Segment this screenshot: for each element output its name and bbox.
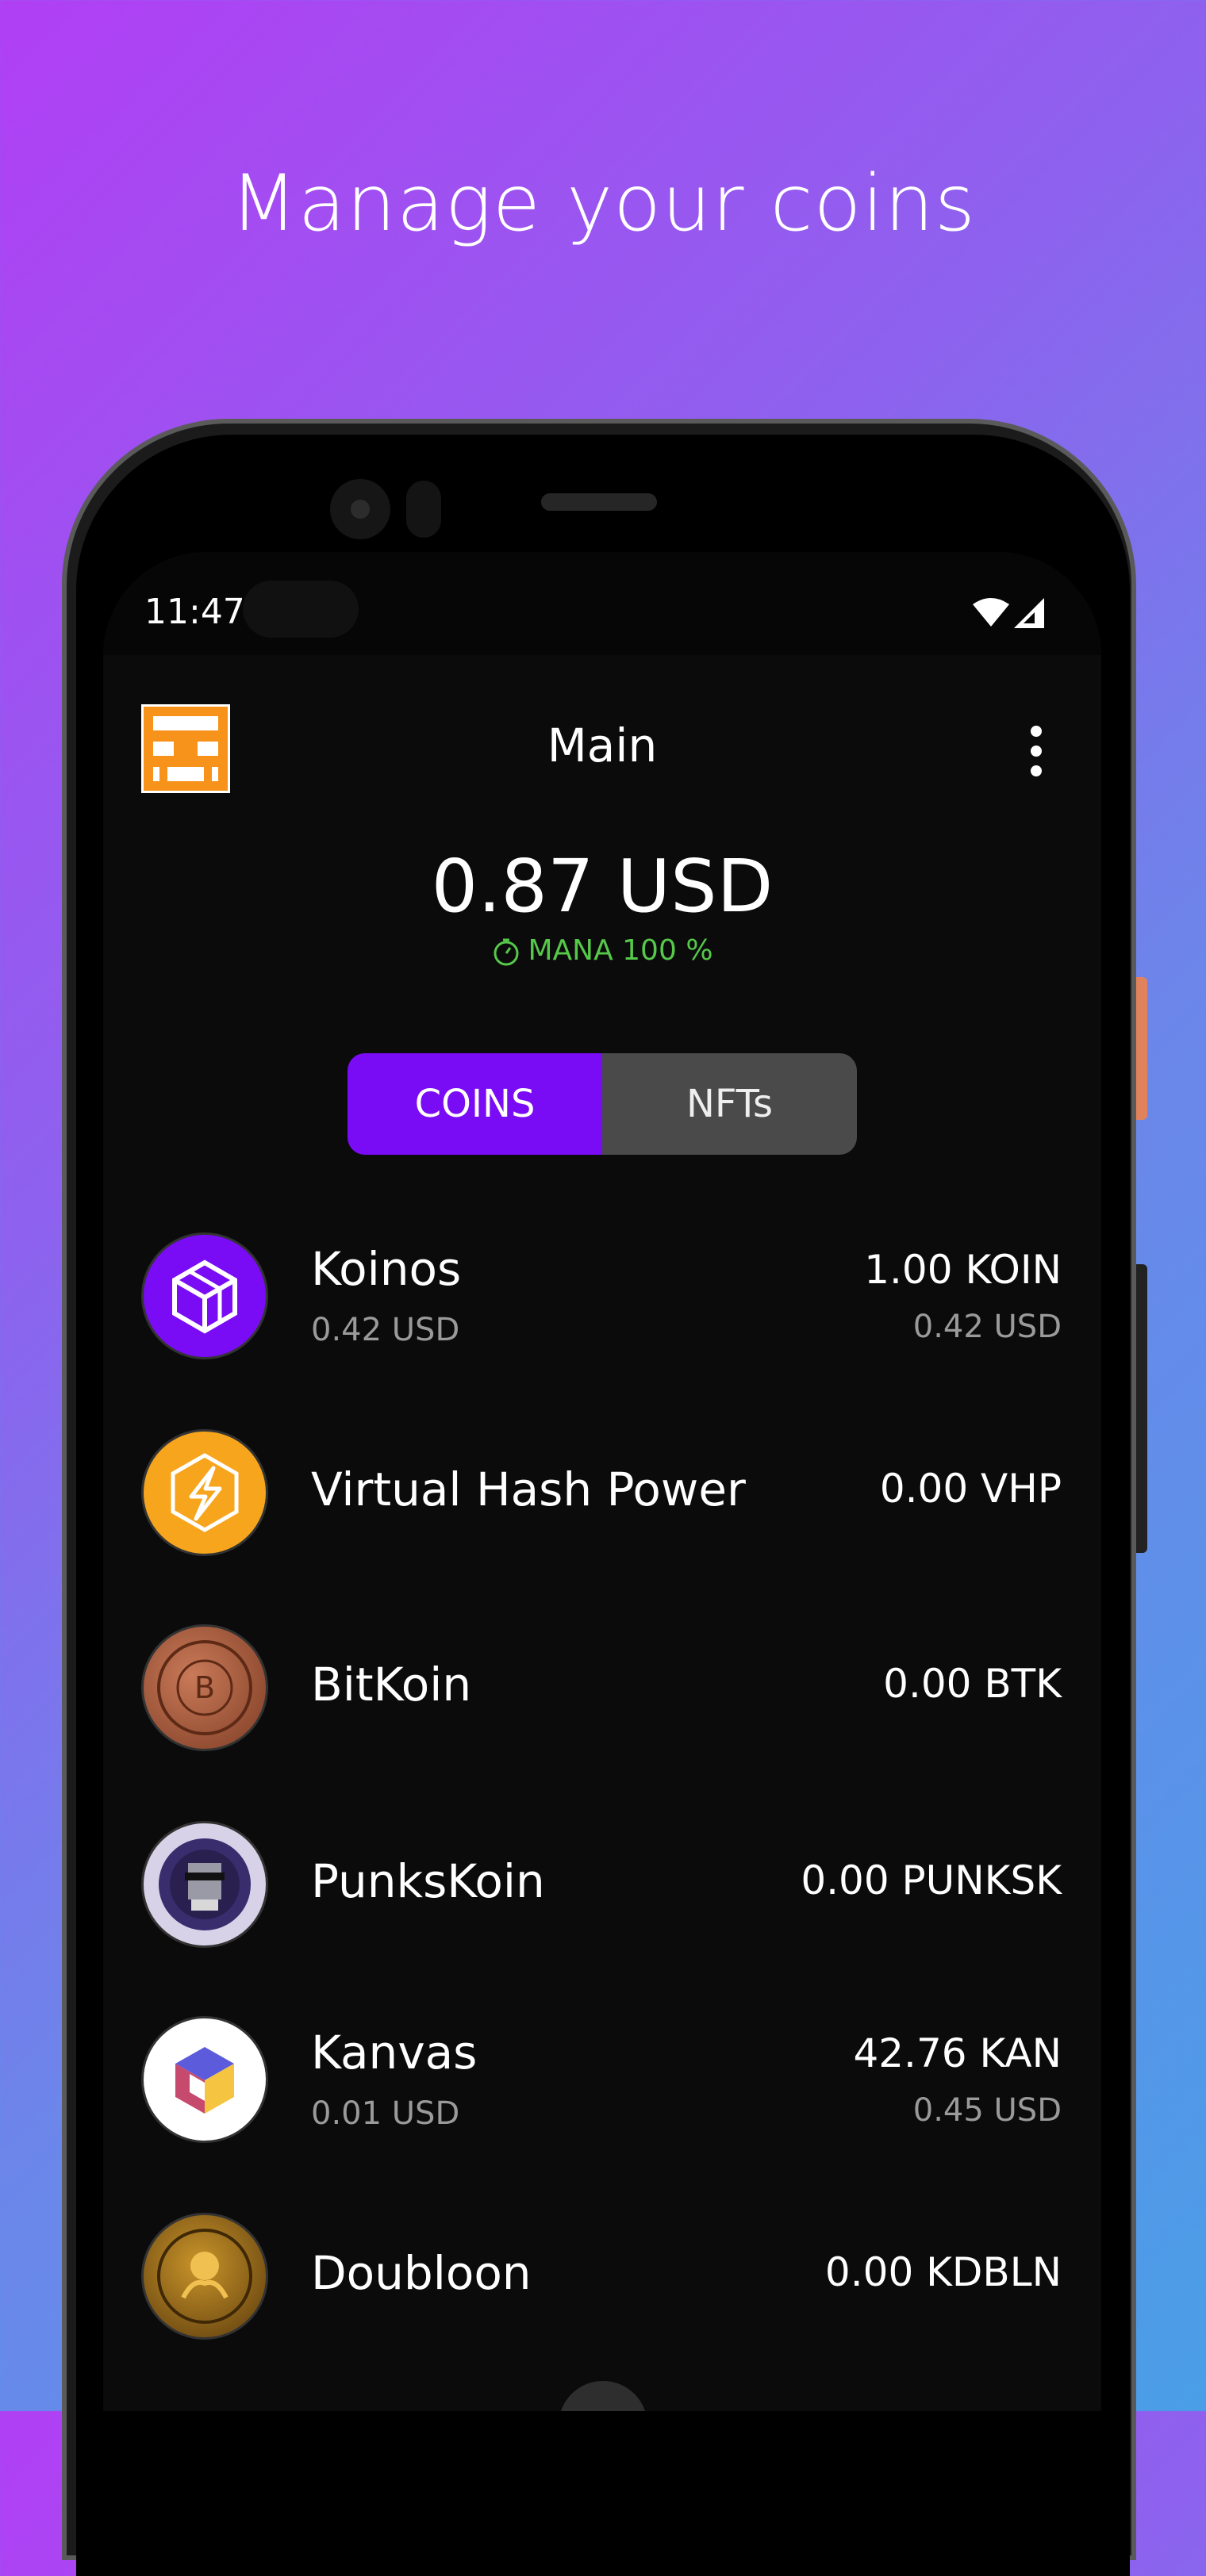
tab-coins[interactable]: COINS [348, 1053, 602, 1155]
coin-row-bitkoin[interactable]: B BitKoin 0.00 BTK [103, 1624, 1101, 1759]
coin-amount: 0.00 KDBLN [824, 2249, 1062, 2295]
power-button [1136, 977, 1147, 1120]
svg-text:B: B [194, 1670, 215, 1705]
coin-amount: 42.76 KAN [853, 2030, 1062, 2076]
coin-name: Doubloon [311, 2246, 532, 2300]
bronze-coin-icon: B [141, 1624, 268, 1751]
more-options-icon[interactable] [1025, 723, 1047, 779]
mana-indicator: MANA 100 % [103, 934, 1101, 967]
punch-hole-camera [243, 581, 359, 638]
coin-value: 0.42 USD [912, 1309, 1062, 1345]
coin-amount: 0.00 BTK [883, 1661, 1062, 1707]
volume-button [1136, 1264, 1147, 1553]
lightning-icon [141, 1429, 268, 1556]
coin-price: 0.42 USD [311, 1312, 460, 1348]
timer-icon [494, 938, 519, 966]
camera-icon [330, 479, 390, 539]
coin-row-punkskoin[interactable]: PunksKoin 0.00 PUNKSK [103, 1821, 1101, 1956]
punk-badge-icon [141, 1821, 268, 1948]
headline: Manage your coins [230, 159, 976, 249]
mana-label: MANA [528, 934, 613, 967]
coin-row-kanvas[interactable]: Kanvas 0.01 USD 42.76 KAN 0.45 USD [103, 2016, 1101, 2151]
earpiece-speaker [541, 493, 657, 511]
coin-row-doubloon[interactable]: Doubloon 0.00 KDBLN [103, 2213, 1101, 2348]
coin-price: 0.01 USD [311, 2095, 460, 2132]
doubloon-coin-icon [141, 2213, 268, 2340]
wifi-icon [973, 598, 1009, 627]
status-bar: 11:47 [103, 552, 1101, 655]
floating-button[interactable] [559, 2381, 647, 2411]
coin-amount: 0.00 VHP [879, 1466, 1062, 1512]
asset-tabs: COINS NFTs [348, 1053, 857, 1155]
status-time: 11:47 [144, 592, 245, 632]
coin-amount: 1.00 KOIN [864, 1247, 1062, 1293]
coin-name: BitKoin [311, 1658, 472, 1712]
coin-name: Kanvas [311, 2026, 478, 2080]
coin-row-koinos[interactable]: Koinos 0.42 USD 1.00 KOIN 0.42 USD [103, 1232, 1101, 1367]
koinos-cube-icon [141, 1232, 268, 1359]
signal-icon [1014, 598, 1044, 628]
app-screen: 11:47 Main 0.87 USD MANA 100 % COINS NFT… [103, 552, 1101, 2411]
coin-name: Koinos [311, 1242, 462, 1296]
coin-value: 0.45 USD [912, 2092, 1062, 2129]
kanvas-cube-icon [141, 2016, 268, 2143]
coin-row-vhp[interactable]: Virtual Hash Power 0.00 VHP [103, 1429, 1101, 1564]
coin-name: Virtual Hash Power [311, 1462, 746, 1516]
coin-amount: 0.00 PUNKSK [801, 1857, 1062, 1903]
wallet-title[interactable]: Main [103, 719, 1101, 772]
sensor [406, 481, 441, 538]
coin-name: PunksKoin [311, 1854, 545, 1908]
tab-nfts[interactable]: NFTs [602, 1053, 857, 1155]
total-balance: 0.87 USD [431, 844, 774, 929]
mana-value: 100 % [622, 934, 713, 967]
